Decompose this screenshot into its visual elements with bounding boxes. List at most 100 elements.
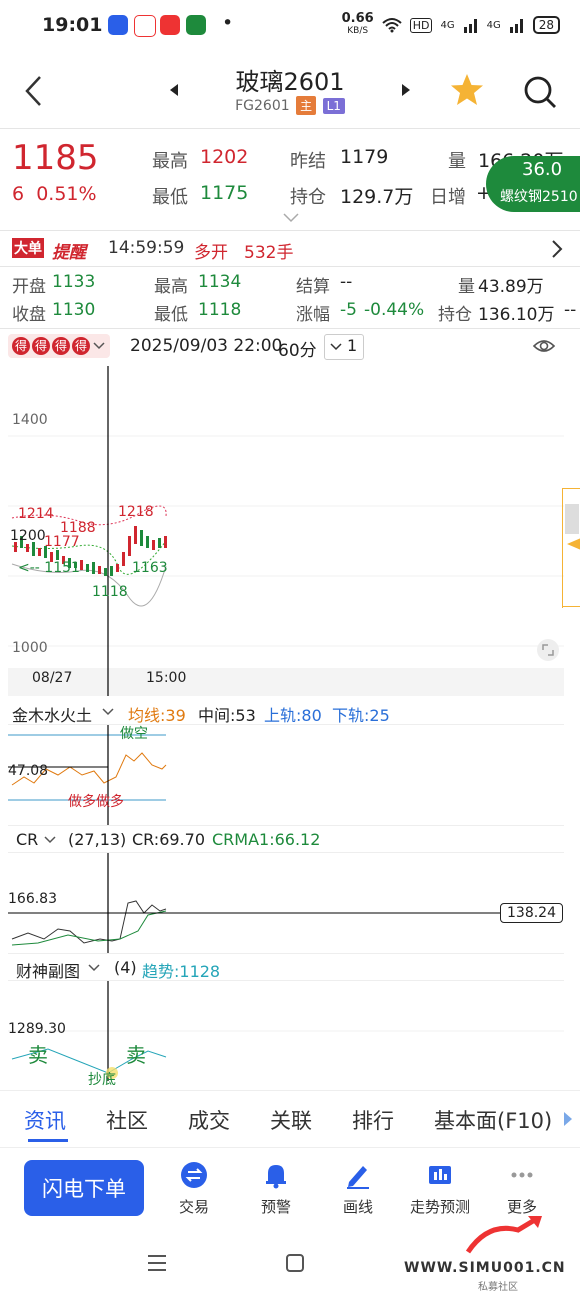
big-order-alert[interactable]: 大单 提醒 14:59:59 多开 532手 [12, 236, 568, 264]
bar-close-label: 收盘 [12, 305, 46, 325]
last-price: 1185 [12, 138, 99, 178]
fullscreen-icon[interactable] [536, 638, 560, 662]
alert-qty: 532手 [244, 243, 294, 263]
tab-fundamentals[interactable]: 基本面(F10) [434, 1105, 552, 1135]
forecast-button[interactable]: 走势预测 [400, 1160, 480, 1217]
indicator3-param: (4) [114, 958, 137, 977]
bottom-tabs: 资讯 社区 成交 关联 排行 基本面(F10) [0, 1090, 580, 1148]
main-chart[interactable]: 1400 1000 08/27 15:00 1214 1188 1218 120… [8, 366, 564, 696]
label-1214: 1214 [18, 506, 54, 522]
tab-ranking[interactable]: 排行 [352, 1105, 394, 1135]
chevron-right-icon[interactable] [550, 239, 564, 259]
prev-settle-label: 昨结 [290, 151, 326, 172]
chevron-down-icon [44, 836, 56, 844]
expand-chevron-icon[interactable] [282, 212, 300, 224]
bar-chg-label: 涨幅 [296, 305, 330, 325]
bar-chg-pct: -0.44% [364, 300, 425, 320]
home-icon[interactable] [284, 1252, 306, 1274]
tab-related[interactable]: 关联 [270, 1105, 312, 1135]
flash-order-button[interactable]: 闪电下单 [24, 1160, 144, 1216]
recent-apps-icon[interactable] [146, 1252, 168, 1274]
indicator1-mid: 中间:53 [198, 706, 256, 725]
period-select[interactable]: 60分 [278, 336, 317, 361]
alert-button[interactable]: 预警 [236, 1160, 316, 1217]
open-interest-label: 持仓 [290, 187, 326, 208]
indicator3-value: 1289.30 [8, 1021, 66, 1037]
indicator3-header: 财神副图 (4) 趋势:1128 [8, 956, 574, 982]
page-title: 玻璃2601 [235, 68, 345, 96]
watermark-sub: 私募社区 [478, 1282, 518, 1293]
indicator1-short: 做空 [120, 726, 148, 742]
indicator1-long1: 做多 [68, 794, 96, 810]
level-tag: L1 [322, 98, 345, 114]
bar-open: 1133 [52, 272, 96, 292]
indicator3-name[interactable]: 财神副图 [16, 958, 80, 982]
bar-chg: -5 [340, 300, 357, 320]
contract-subtitle: FG2601 主 L1 [0, 96, 580, 115]
indicator1-value: 47.08 [8, 763, 49, 779]
badge-char-3: 得 [52, 337, 70, 355]
related-contract-float[interactable]: 36.0 螺纹钢2510 [486, 156, 580, 212]
badge-char-4: 得 [72, 337, 90, 355]
indicator2-chart[interactable]: 166.83 138.24 [8, 852, 564, 954]
app-icon-3 [160, 15, 180, 35]
tab-community[interactable]: 社区 [106, 1105, 148, 1135]
ratio-value: 1 [347, 336, 358, 355]
trade-button[interactable]: 交易 [154, 1160, 234, 1217]
alert-label: 预警 [260, 1198, 291, 1216]
next-contract-icon[interactable] [400, 82, 412, 98]
alert-badge: 大单 [12, 238, 44, 258]
status-right: 0.66 KB/S HD 4G 4G 28 [341, 11, 560, 37]
tab-news[interactable]: 资讯 [24, 1105, 66, 1135]
star-icon[interactable] [448, 72, 486, 108]
label-1177: 1177 [44, 534, 80, 550]
bar-oi-label: 持仓 [438, 305, 472, 325]
related-contract-value: 36.0 [522, 159, 563, 180]
y-axis-bottom: 1000 [12, 640, 48, 656]
bar-vol-label: 量 [458, 277, 475, 297]
high-value: 1202 [200, 146, 249, 168]
y-axis-top: 1400 [12, 412, 48, 428]
indicator2-cr: CR:69.70 [132, 830, 205, 849]
indicator-selector[interactable]: 得 得 得 得 [8, 334, 110, 358]
indicator1-name[interactable]: 金木水火土 [12, 702, 92, 726]
net-speed: 0.66 [341, 11, 374, 26]
indicator2-crma: CRMA1:66.12 [212, 830, 321, 849]
bar-close: 1130 [52, 300, 96, 320]
app-icon-1 [108, 15, 128, 35]
signal-2-label: 4G [486, 19, 501, 31]
scroll-right-icon[interactable] [562, 1111, 574, 1127]
status-bar: 19:01 • 0.66 KB/S HD 4G 4G 28 [0, 0, 580, 52]
alert-title: 提醒 [52, 243, 86, 263]
watermark-site: WWW.SIMU001.CN [404, 1260, 566, 1276]
indicator1-chart[interactable]: 47.08 做空 做多 做多 [8, 724, 564, 826]
signal-icon-2 [509, 19, 523, 33]
app-icon-2 [134, 15, 156, 37]
bar-settle-label: 结算 [296, 277, 330, 297]
open-interest-value: 129.7万 [340, 186, 414, 208]
chevron-down-icon [93, 342, 105, 350]
indicator1-long2: 做多 [96, 794, 124, 810]
notification-dot: • [222, 12, 234, 34]
active-tab-indicator [28, 1139, 68, 1142]
eye-icon[interactable] [532, 336, 556, 356]
related-contract-name: 螺纹钢2510 [500, 189, 578, 205]
bar-trail: -- [564, 300, 577, 320]
badge-char-1: 得 [12, 337, 30, 355]
cursor-value-badge: 138.24 [500, 903, 563, 923]
watermark-logo [465, 1215, 542, 1254]
low-value: 1175 [200, 182, 249, 204]
price-marker-icon [567, 538, 580, 550]
indicator2-name[interactable]: CR [16, 830, 38, 849]
more-button[interactable]: 更多 [482, 1160, 562, 1217]
search-icon[interactable] [522, 74, 558, 110]
buy-low-signal: 抄底 [88, 1072, 116, 1088]
ratio-select[interactable]: 1 [324, 334, 364, 360]
label-1118: 1118 [92, 584, 128, 600]
volume-label: 量 [448, 151, 466, 172]
indicator3-chart[interactable]: 1289.30 卖 卖 抄底 [8, 980, 564, 1088]
tab-trades[interactable]: 成交 [188, 1105, 230, 1135]
draw-button[interactable]: 画线 [318, 1160, 398, 1217]
clock: 19:01 [42, 14, 103, 36]
right-edge-panel[interactable] [562, 488, 580, 608]
